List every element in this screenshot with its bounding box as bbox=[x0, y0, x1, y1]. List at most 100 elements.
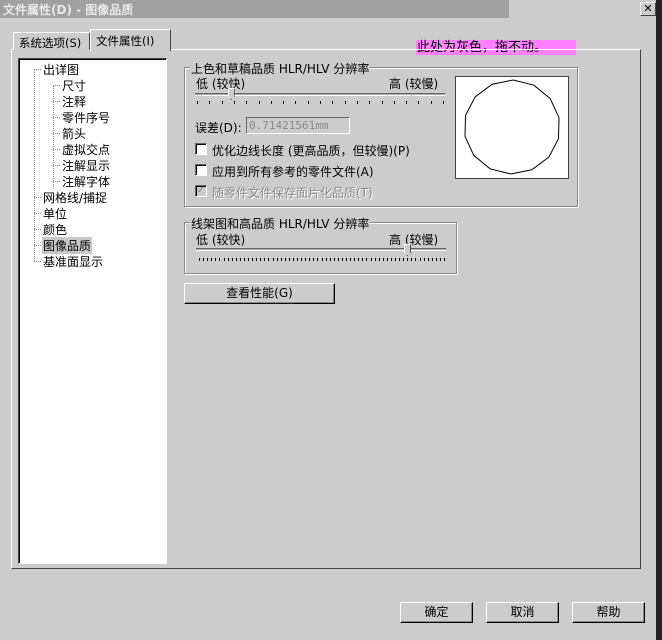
slider-tick bbox=[366, 258, 367, 261]
slider-tick bbox=[444, 258, 445, 261]
slider-tick bbox=[222, 101, 223, 104]
slider-tick bbox=[305, 258, 306, 261]
slider-tick bbox=[338, 258, 339, 261]
ok-button[interactable]: 确定 bbox=[400, 602, 473, 623]
slider-tick bbox=[317, 258, 318, 261]
save-tessellation-checkbox[interactable]: ✓ bbox=[195, 185, 207, 197]
slider-tick bbox=[345, 101, 346, 104]
tree-connector bbox=[53, 149, 60, 150]
slider-tick bbox=[264, 258, 265, 261]
tab-system-options[interactable]: 系统选项(S) bbox=[13, 32, 90, 50]
tree-connector bbox=[53, 165, 60, 166]
slider-tick bbox=[431, 101, 432, 104]
slider-tick bbox=[375, 258, 376, 261]
close-button[interactable]: ✕ bbox=[640, 2, 656, 16]
slider-tick bbox=[256, 258, 257, 261]
slider-tick bbox=[420, 258, 421, 261]
tree-item[interactable]: 虚拟交点 bbox=[61, 141, 111, 158]
slider-tick bbox=[415, 258, 416, 261]
apply-all-checkbox[interactable] bbox=[195, 164, 207, 176]
slider-tick bbox=[268, 258, 269, 261]
help-button[interactable]: 帮助 bbox=[572, 602, 645, 623]
wireframe-high-label: 高 (较慢) bbox=[389, 233, 439, 247]
slider-tick bbox=[371, 258, 372, 261]
slider-tick bbox=[395, 258, 396, 261]
slider-tick bbox=[273, 258, 274, 261]
tree-connector bbox=[53, 133, 60, 134]
error-label: 误差(D): bbox=[195, 121, 242, 135]
slider-tick bbox=[308, 101, 309, 104]
tree-item[interactable]: 注解显示 bbox=[61, 157, 111, 174]
tree-connector bbox=[53, 85, 54, 189]
slider-tick bbox=[383, 258, 384, 261]
slider-tick bbox=[411, 258, 412, 261]
slider-tick bbox=[259, 101, 260, 104]
slider-tick bbox=[382, 101, 383, 104]
optimize-edges-label: 优化边线长度 (更高品质，但较慢)(P) bbox=[212, 144, 410, 158]
tree-item[interactable]: 网格线/捕捉 bbox=[42, 189, 108, 206]
slider-tick bbox=[407, 258, 408, 261]
tree-connector bbox=[34, 213, 41, 214]
tree-connector bbox=[34, 261, 41, 262]
tree-connector bbox=[34, 197, 41, 198]
cancel-button[interactable]: 取消 bbox=[486, 602, 559, 623]
tree-item[interactable]: 颜色 bbox=[42, 221, 68, 238]
slider-tick bbox=[332, 101, 333, 104]
error-input[interactable]: 0.71421561mm bbox=[246, 117, 350, 134]
slider-tick bbox=[207, 258, 208, 261]
shaded-slider-ticks bbox=[197, 101, 444, 104]
slider-tick bbox=[271, 101, 272, 104]
slider-tick bbox=[432, 258, 433, 261]
slider-tick bbox=[297, 258, 298, 261]
tree-item[interactable]: 尺寸 bbox=[61, 77, 87, 94]
view-performance-button[interactable]: 查看性能(G) bbox=[184, 283, 335, 304]
tree-item[interactable]: 注释 bbox=[61, 93, 87, 110]
slider-tick bbox=[293, 258, 294, 261]
slider-tick bbox=[369, 101, 370, 104]
slider-tick bbox=[322, 258, 323, 261]
slider-tick bbox=[289, 258, 290, 261]
slider-tick bbox=[330, 258, 331, 261]
slider-tick bbox=[346, 258, 347, 261]
wireframe-low-label: 低 (较快) bbox=[196, 233, 246, 247]
slider-tick bbox=[283, 101, 284, 104]
apply-all-label: 应用到所有参考的零件文件(A) bbox=[212, 165, 374, 179]
preview-polygon bbox=[464, 79, 560, 175]
tree-item[interactable]: 单位 bbox=[42, 205, 68, 222]
tab-document-properties[interactable]: 文件属性(I) bbox=[90, 29, 171, 51]
slider-tick bbox=[248, 258, 249, 261]
tree-item[interactable]: 零件序号 bbox=[61, 109, 111, 126]
wireframe-slider-ticks bbox=[199, 258, 445, 261]
tree-item[interactable]: 出详图 bbox=[42, 61, 80, 78]
tree-connector bbox=[53, 101, 60, 102]
wireframe-quality-title: 线架图和高品质 HLR/HLV 分辨率 bbox=[190, 215, 371, 232]
tree-connector bbox=[34, 245, 41, 246]
slider-tick bbox=[440, 258, 441, 261]
slider-tick bbox=[236, 258, 237, 261]
tree-item[interactable]: 箭头 bbox=[61, 125, 87, 142]
properties-tree[interactable]: 出详图 尺寸 注释 零件序号 箭头 虚拟交点 注解显示 注解字体 网格线/捕捉 单位 颜色 图像品质基… bbox=[18, 58, 167, 564]
slider-tick bbox=[387, 258, 388, 261]
slider-tick bbox=[358, 258, 359, 261]
tree-item[interactable]: 图像品质 bbox=[42, 237, 93, 254]
slider-tick bbox=[211, 258, 212, 261]
slider-tick bbox=[320, 101, 321, 104]
title-bar: 文件属性(D) - 图像品质 bbox=[0, 0, 509, 18]
slider-tick bbox=[394, 101, 395, 104]
tree-item[interactable]: 基准面显示 bbox=[42, 253, 104, 270]
tree-connector bbox=[53, 181, 60, 182]
slider-tick bbox=[203, 258, 204, 261]
slider-tick bbox=[428, 258, 429, 261]
window-edge bbox=[656, 0, 662, 640]
slider-tick bbox=[334, 258, 335, 261]
slider-tick bbox=[260, 258, 261, 261]
slider-tick bbox=[215, 258, 216, 261]
slider-tick bbox=[391, 258, 392, 261]
tree-item[interactable]: 注解字体 bbox=[61, 173, 111, 190]
slider-tick bbox=[246, 101, 247, 104]
slider-tick bbox=[197, 101, 198, 104]
slider-tick bbox=[399, 258, 400, 261]
preview-box bbox=[455, 76, 569, 179]
slider-tick bbox=[234, 101, 235, 104]
optimize-edges-checkbox[interactable] bbox=[195, 143, 207, 155]
